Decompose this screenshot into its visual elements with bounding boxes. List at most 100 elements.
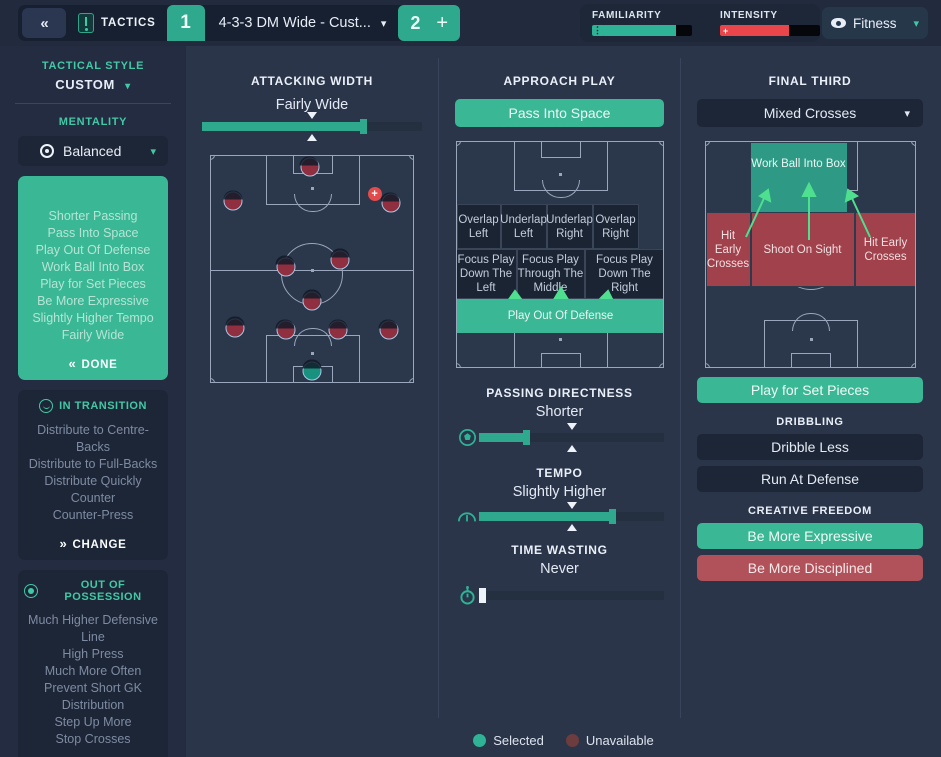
attacking-width-value: Fairly Wide [275,97,349,113]
tactic-slot-2[interactable]: 2 + [398,5,461,41]
pitch-penalty-spot-top [311,187,314,190]
player-node[interactable] [330,248,350,270]
pitch-goal-box-top [540,142,581,158]
player-node[interactable] [328,319,348,340]
approach-play-pitch[interactable]: Overlap Left Underlap Left Underlap Righ… [455,141,664,368]
legend-unavailable: Unavailable [565,732,654,748]
in-transition-change-button[interactable]: » CHANGE [24,536,162,551]
tempo-block: TEMPO Slightly Higher [439,466,680,531]
in-transition-list: Distribute to Centre-Backs Distribute to… [24,422,162,524]
list-item: Distribute to Centre-Backs [37,423,149,454]
slider-knob[interactable] [523,430,531,445]
pitch-corner-br [409,378,413,382]
out-of-possession-title: OUT OF POSSESSION [64,579,142,603]
slider-track[interactable] [202,112,422,141]
unavailable-dot-icon [565,733,579,747]
slider-knob[interactable] [608,508,616,524]
pitch-goal-box-bottom [540,353,581,367]
slider-marker-down-icon [307,134,317,141]
in-transition-panel[interactable]: IN TRANSITION Distribute to Centre-Backs… [18,390,168,560]
pitch-goal-box-bottom [790,353,831,367]
player-node[interactable] [378,319,399,340]
time-wasting-value: Never [540,561,579,577]
pitch-penalty-spot-bottom [558,338,562,341]
formation-selector[interactable]: 4-3-3 DM Wide - Cust... ▾ [219,15,387,31]
attacking-width-title: ATTACKING WIDTH [250,74,374,88]
final-third-pitch[interactable]: Work Ball Into Box Hit Early Crosses Sho… [704,141,916,368]
pitch-arc-top [294,194,332,212]
slider-knob[interactable] [360,119,368,134]
player-node[interactable] [275,319,296,340]
player-cap [328,319,348,329]
tempo-slider[interactable] [455,501,664,531]
in-possession-panel[interactable]: Shorter Passing Pass Into Space Play Out… [18,176,168,380]
attacking-width-slider[interactable] [202,112,422,141]
play-out-of-defense-band[interactable]: Play Out Of Defense [456,299,663,333]
crosses-selector[interactable]: Mixed Crosses ▾ [697,99,923,127]
mentality-title: MENTALITY [58,116,128,128]
player-node[interactable] [223,190,243,211]
player-node[interactable] [225,316,245,338]
mentality-selector[interactable]: Balanced ▾ [18,136,168,166]
list-item: Play Out Of Defense [35,243,151,257]
be-more-expressive-button[interactable]: Be More Expressive [697,523,923,549]
player-node[interactable] [299,156,320,177]
tactical-style-selector[interactable]: CUSTOM ▾ [0,77,186,92]
slider-track[interactable] [479,588,664,603]
be-more-disciplined-button[interactable]: Be More Disciplined [697,555,923,581]
player-node[interactable] [302,289,322,311]
add-player-badge[interactable]: + [367,187,382,202]
list-item: Step Up More [54,715,132,729]
dribble-less-button[interactable]: Dribble Less [697,434,923,460]
pass-into-space-button[interactable]: Pass Into Space [455,99,664,127]
focus-play-left-cell[interactable]: Focus Play Down The Left [456,249,517,299]
pitch-arc-bottom [294,328,332,346]
overlap-left-cell[interactable]: Overlap Left [456,204,501,249]
tactics-sidebar: TACTICAL STYLE CUSTOM ▾ MENTALITY Balanc… [0,46,186,757]
overlap-right-cell[interactable]: Overlap Right [592,204,639,249]
list-item: Distribute to Full-Backs [28,457,158,471]
focus-play-middle-cell[interactable]: Focus Play Through The Middle [516,249,585,299]
chevron-down-icon: ▾ [904,107,910,120]
list-item: Shorter Passing [48,209,138,223]
intensity-label: INTENSITY [720,10,778,21]
run-at-defense-button[interactable]: Run At Defense [697,466,923,492]
formation-pitch[interactable]: + [210,155,414,383]
tempo-title: TEMPO [536,466,583,480]
slider-knob[interactable] [479,588,486,603]
time-wasting-block: TIME WASTING Never [439,543,680,605]
out-of-possession-panel[interactable]: OUT OF POSSESSION Much Higher Defensive … [18,570,168,757]
focus-play-right-cell[interactable]: Focus Play Down The Right [584,249,663,299]
tactics-label: TACTICS [101,17,156,29]
work-ball-into-box-band[interactable]: Work Ball Into Box [749,142,848,214]
chevron-down-icon: ▾ [913,17,920,30]
legend-unavailable-label: Unavailable [585,732,654,748]
chevron-down-icon: ▾ [125,81,131,92]
list-item: Distribution [61,698,125,712]
player-node[interactable] [380,192,401,213]
fitness-button[interactable]: Fitness ▾ [822,7,928,39]
time-wasting-slider[interactable] [455,586,664,605]
player-node[interactable] [275,255,296,277]
in-possession-done-button[interactable]: « DONE [24,356,162,371]
tempo-value: Slightly Higher [512,484,607,500]
passing-directness-slider[interactable] [455,423,664,452]
shoot-on-sight-cell[interactable]: Shoot On Sight [750,212,855,287]
crosses-value: Mixed Crosses [763,105,857,121]
transition-icon [39,399,54,413]
collapse-sidebar-button[interactable]: « [22,8,66,38]
add-tactic-button[interactable]: + [436,12,448,35]
pitch-centre-spot [311,269,314,272]
underlap-right-cell[interactable]: Underlap Right [546,204,593,249]
tactic-slot-1[interactable]: 1 [166,5,205,41]
list-item: Be More Expressive [37,294,149,308]
player-cap [380,192,400,202]
hit-early-crosses-left-cell[interactable]: Hit Early Crosses [705,212,751,287]
goalkeeper-node[interactable] [302,359,322,381]
slider-track[interactable] [479,501,664,531]
play-for-set-pieces-button[interactable]: Play for Set Pieces [697,377,923,403]
underlap-left-cell[interactable]: Underlap Left [500,204,547,249]
hit-early-crosses-right-cell[interactable]: Hit Early Crosses [854,212,915,287]
out-of-possession-header: OUT OF POSSESSION [24,579,162,603]
slider-track[interactable] [479,423,664,452]
